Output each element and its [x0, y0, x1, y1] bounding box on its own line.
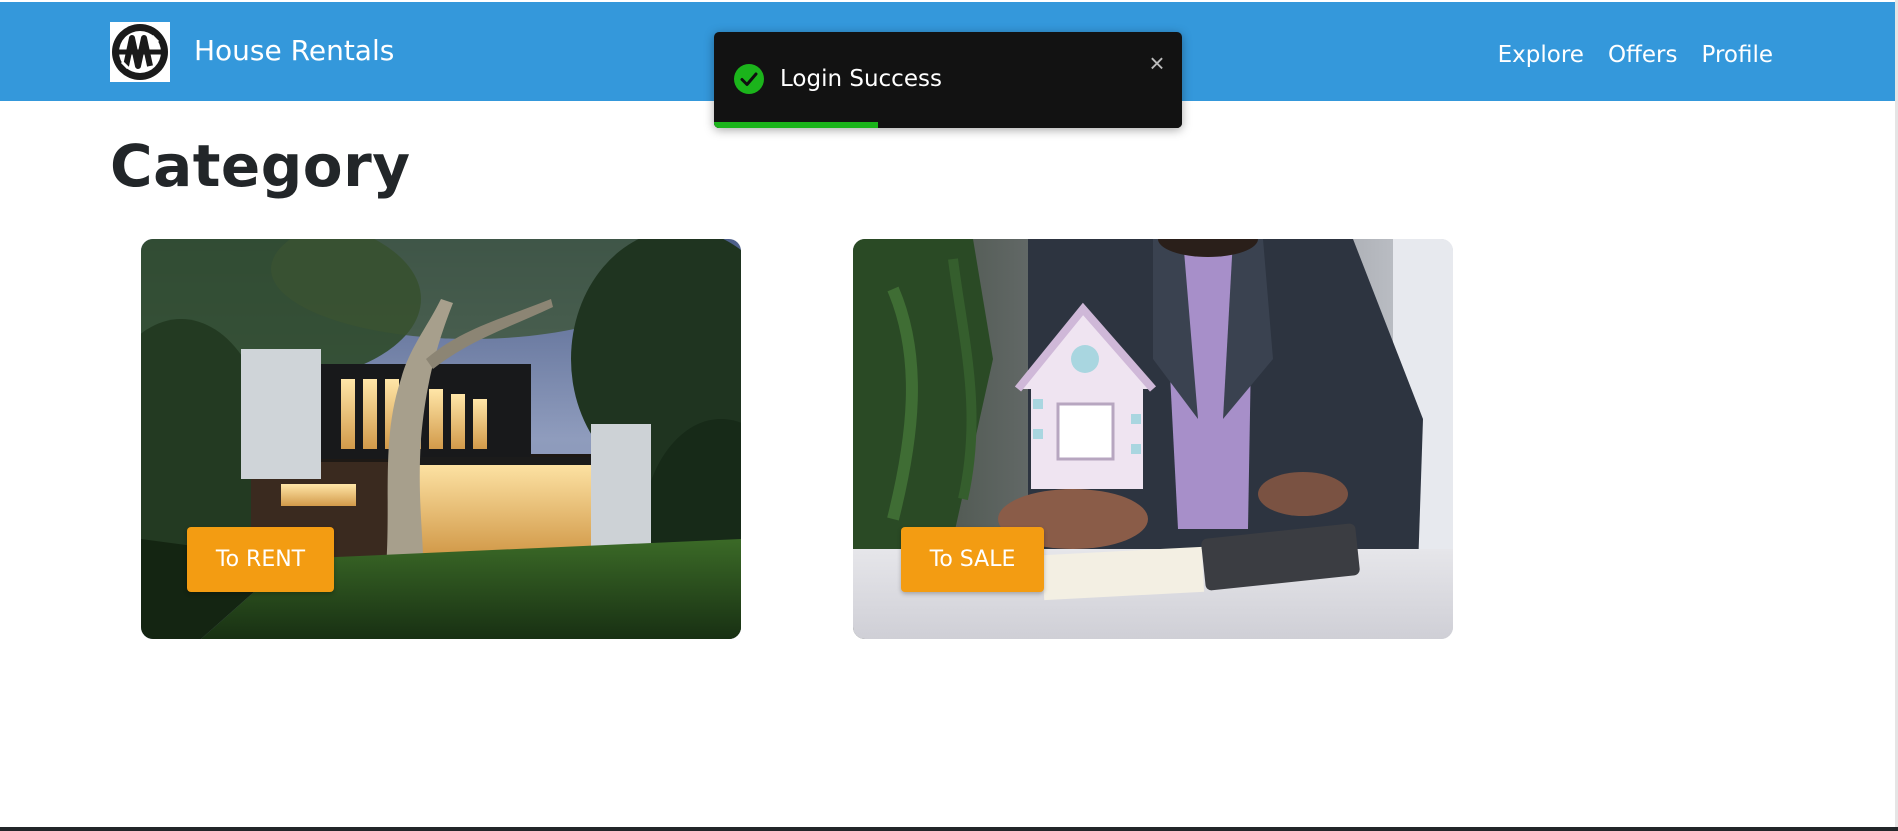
bottom-edge-bar — [0, 827, 1898, 831]
to-sale-button[interactable]: To SALE — [901, 527, 1044, 592]
close-icon[interactable]: × — [1144, 50, 1170, 76]
brand-title[interactable]: House Rentals — [194, 32, 394, 70]
monogram-logo-icon[interactable] — [110, 22, 170, 82]
to-rent-button[interactable]: To RENT — [187, 527, 334, 592]
nav-links: Explore Offers Profile — [1498, 39, 1773, 71]
login-success-toast[interactable]: Login Success × — [714, 32, 1182, 128]
category-card-rent[interactable]: To RENT — [141, 239, 741, 639]
toast-progress-bar — [714, 122, 878, 128]
nav-explore-link[interactable]: Explore — [1498, 39, 1584, 71]
nav-offers-link[interactable]: Offers — [1608, 39, 1678, 71]
page-title: Category — [110, 132, 411, 200]
toast-message: Login Success — [780, 66, 942, 92]
nav-profile-link[interactable]: Profile — [1701, 39, 1773, 71]
check-circle-icon — [734, 64, 764, 94]
category-card-sale[interactable]: To SALE — [853, 239, 1453, 639]
